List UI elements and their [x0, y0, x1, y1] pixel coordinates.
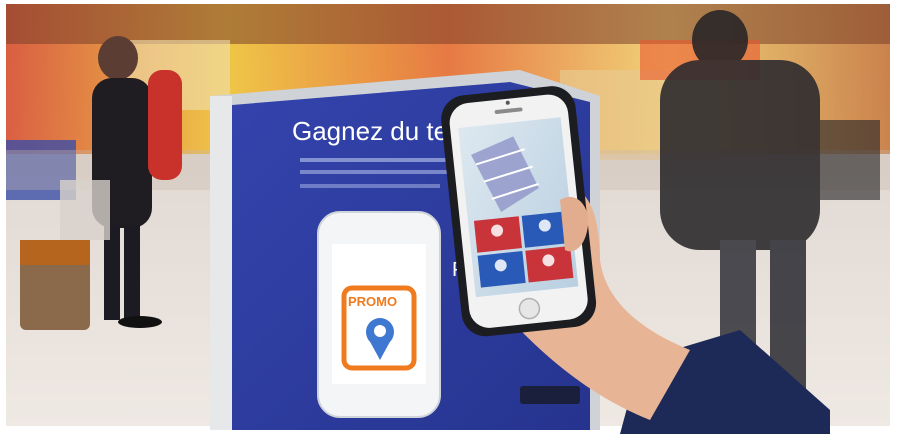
- photo-canvas: Gagnez du tem PROMO P: [0, 0, 902, 434]
- app-badge-text: PROMO: [348, 294, 397, 309]
- store-photo: Gagnez du tem PROMO P: [0, 0, 902, 434]
- poster-phone-illustration: PROMO: [317, 211, 441, 418]
